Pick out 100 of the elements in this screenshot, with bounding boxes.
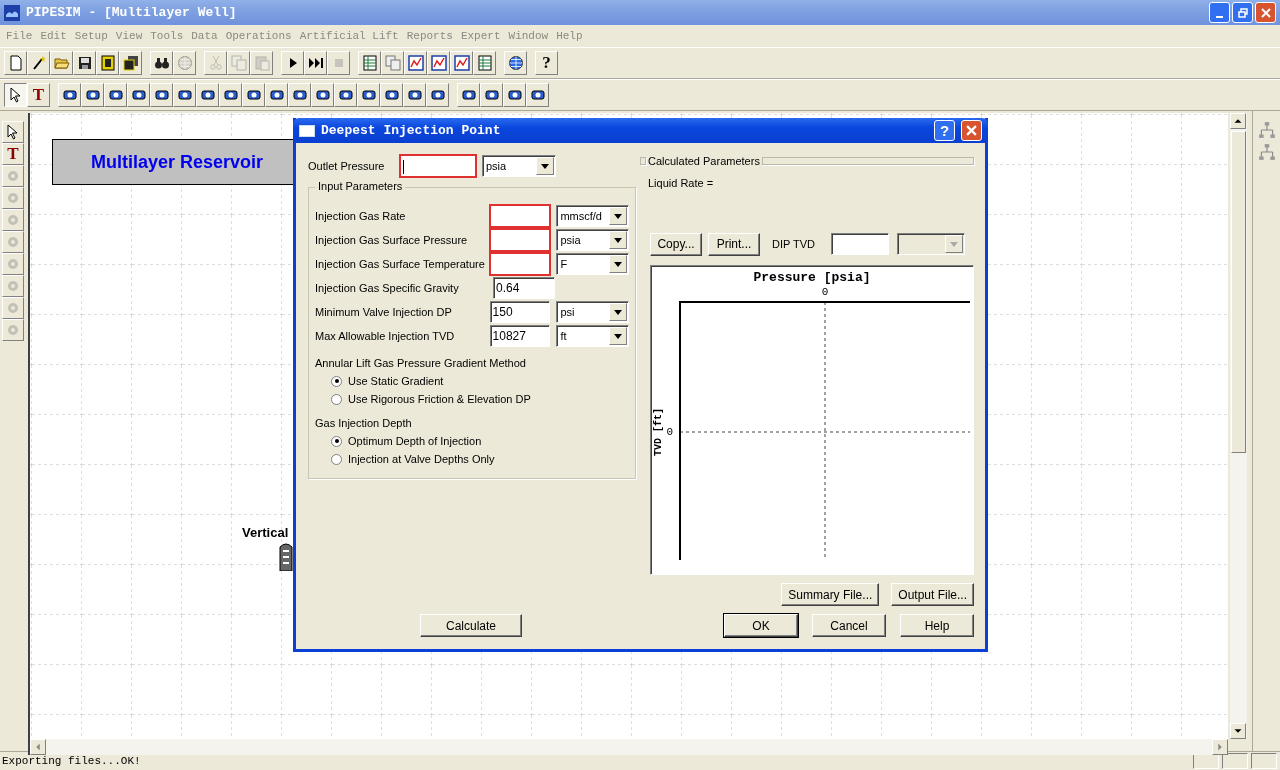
- device-icon: [314, 87, 331, 103]
- restore-icon: [1237, 7, 1248, 18]
- vertical-scrollbar[interactable]: [1230, 113, 1247, 739]
- chart-title: Pressure [psia]: [753, 270, 871, 285]
- unit-dropdown[interactable]: mmscf/d: [556, 205, 629, 227]
- scroll-right-icon: [1212, 739, 1228, 755]
- help-button[interactable]: ?: [934, 120, 955, 141]
- radio-option[interactable]: Optimum Depth of Injection: [315, 432, 629, 450]
- field-label: Minimum Valve Injection DP: [315, 306, 453, 318]
- group-title: Calculated Parameters: [648, 155, 760, 167]
- floppy-disks-icon: [122, 55, 139, 71]
- cancel-button[interactable]: Cancel: [812, 614, 886, 637]
- y-axis-label: TVD [ft]: [653, 408, 664, 456]
- minimize-button[interactable]: [1209, 2, 1230, 23]
- input-field[interactable]: [489, 253, 551, 275]
- device-icon: [84, 87, 101, 103]
- scroll-up-icon: [1230, 113, 1246, 129]
- unit-dropdown[interactable]: psi: [556, 301, 629, 323]
- dropdown-arrow-icon: [950, 241, 958, 247]
- radio-option[interactable]: Use Static Gradient: [315, 372, 629, 390]
- close-button[interactable]: [1255, 2, 1276, 23]
- input-field[interactable]: [489, 229, 551, 251]
- ok-button[interactable]: OK: [724, 614, 798, 637]
- print-button[interactable]: Print...: [708, 232, 760, 256]
- liquid-rate-label: Liquid Rate =: [648, 177, 715, 191]
- dialog-title: Deepest Injection Point: [321, 123, 502, 138]
- note-icon: [99, 55, 116, 71]
- table-icon: [476, 55, 493, 71]
- input-field[interactable]: 0.64: [493, 277, 555, 299]
- folder-icon: [53, 55, 70, 71]
- text-tool-button[interactable]: T: [27, 83, 50, 107]
- field-label: Max Allowable Injection TVD: [315, 330, 456, 342]
- unit-dropdown[interactable]: psia: [482, 155, 556, 177]
- device-icon: [245, 87, 262, 103]
- input-field[interactable]: 150: [489, 301, 551, 323]
- well-label: Vertical: [242, 525, 289, 540]
- device-icon: [268, 87, 285, 103]
- unit-dropdown[interactable]: ft: [556, 325, 629, 347]
- option-group-title: Gas Injection Depth: [315, 416, 413, 431]
- horizontal-scrollbar[interactable]: [30, 739, 1228, 755]
- device-icon: [199, 87, 216, 103]
- dropdown-arrow-icon: [614, 261, 622, 267]
- status-panel: [1193, 753, 1219, 769]
- well-icon[interactable]: [279, 541, 293, 571]
- device-icon: [337, 87, 354, 103]
- radio-option[interactable]: Use Rigorous Friction & Elevation DP: [315, 390, 629, 408]
- device-icon: [130, 87, 147, 103]
- input-field[interactable]: [489, 205, 551, 227]
- group-title: Input Parameters: [315, 180, 406, 192]
- help-button[interactable]: ?: [535, 51, 558, 75]
- status-panel: [1222, 753, 1248, 769]
- dropdown-arrow-icon: [614, 213, 622, 219]
- help-button[interactable]: Help: [900, 614, 974, 637]
- document-icon: [7, 55, 24, 71]
- toolbar-button[interactable]: [4, 83, 27, 107]
- unit-dropdown[interactable]: [897, 233, 965, 255]
- restore-button[interactable]: [1232, 2, 1253, 23]
- tool-button[interactable]: [2, 121, 24, 143]
- calculate-button[interactable]: Calculate: [420, 614, 522, 637]
- device-icon: [291, 87, 308, 103]
- device-icon: [529, 87, 546, 103]
- device-icon: [406, 87, 423, 103]
- binoculars-icon: [153, 55, 170, 71]
- chart-icon: [430, 55, 447, 71]
- device-icon: [5, 322, 21, 338]
- device-icon: [506, 87, 523, 103]
- pages-icon: [230, 55, 247, 71]
- output-file-button[interactable]: Output File...: [891, 583, 974, 606]
- dip-tvd-field[interactable]: [831, 233, 889, 255]
- globe-icon: [176, 55, 193, 71]
- dropdown-arrow-icon: [614, 309, 622, 315]
- field-label: Injection Gas Surface Temperature: [315, 258, 486, 270]
- option-group-title: Annular Lift Gas Pressure Gradient Method: [315, 356, 527, 371]
- tree-icon[interactable]: [1257, 143, 1276, 161]
- input-field[interactable]: [400, 155, 476, 177]
- unit-dropdown[interactable]: F: [556, 253, 629, 275]
- table-icon: [361, 55, 378, 71]
- device-icon: [5, 234, 21, 250]
- pages-icon: [384, 55, 401, 71]
- device-icon: [5, 300, 21, 316]
- device-icon: [460, 87, 477, 103]
- copy-button[interactable]: Copy...: [650, 232, 702, 256]
- device-icon: [176, 87, 193, 103]
- x-tick-label: 0: [821, 286, 829, 298]
- chart-icon: [453, 55, 470, 71]
- radio-option[interactable]: Injection at Valve Depths Only: [315, 450, 629, 468]
- dropdown-arrow-icon: [614, 237, 622, 243]
- close-button[interactable]: [961, 120, 982, 141]
- device-icon: [383, 87, 400, 103]
- text-tool-button[interactable]: T: [2, 143, 24, 165]
- scissors-icon: [207, 55, 224, 71]
- app-icon: [4, 4, 20, 21]
- close-icon: [1260, 7, 1271, 18]
- status-text: Exporting files...OK!: [1, 755, 142, 767]
- unit-dropdown[interactable]: psia: [556, 229, 629, 251]
- tree-icon[interactable]: [1257, 121, 1276, 139]
- input-field[interactable]: 10827: [489, 325, 551, 347]
- summary-file-button[interactable]: Summary File...: [781, 583, 880, 606]
- device-icon: [5, 168, 21, 184]
- device-icon: [5, 256, 21, 272]
